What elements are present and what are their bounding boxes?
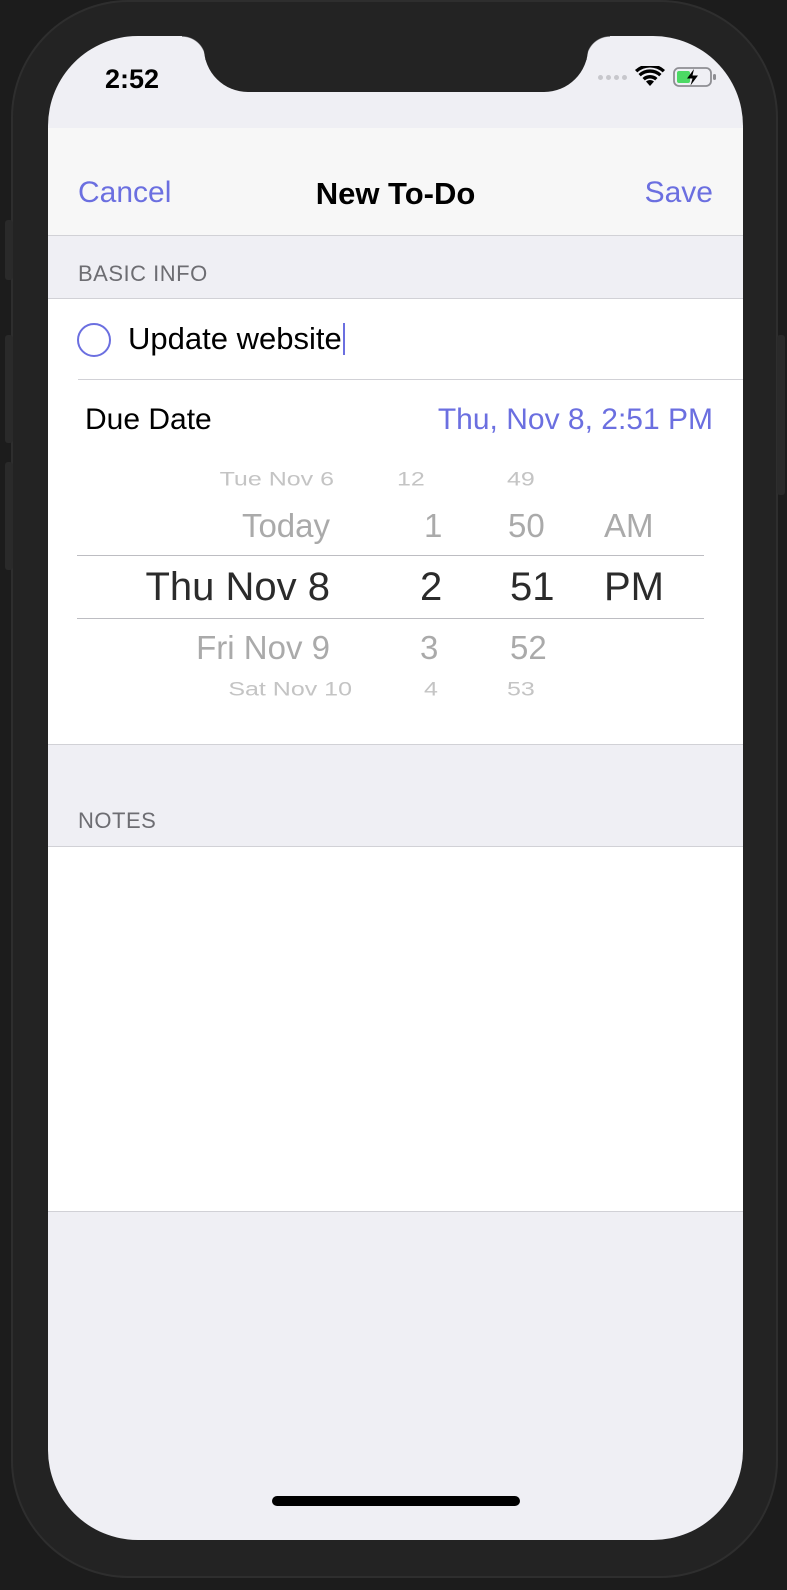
screen: 2:52 Cancel New To-Do Save BASIC INFO Up…	[48, 36, 743, 1540]
todo-title-field[interactable]: Update website	[128, 321, 345, 357]
picker-hour-option[interactable]: 12	[397, 468, 425, 491]
picker-date-option[interactable]: Sat Nov 10	[228, 678, 352, 701]
notch	[182, 36, 610, 92]
date-time-picker[interactable]: Tue Nov 6 Today Thu Nov 8 Fri Nov 9 Sat …	[77, 459, 704, 719]
picker-minute-option[interactable]: 53	[507, 678, 535, 701]
section-header-basic-info: BASIC INFO	[78, 261, 208, 286]
home-indicator[interactable]	[272, 1496, 520, 1506]
picker-hour-option[interactable]: 4	[424, 678, 438, 701]
status-icons	[598, 66, 717, 88]
completion-checkbox[interactable]	[77, 323, 111, 357]
picker-hour-option[interactable]: 3	[420, 629, 438, 667]
picker-minute-selected[interactable]: 51	[510, 565, 555, 610]
signal-icon	[598, 74, 627, 80]
picker-minute-option[interactable]: 50	[508, 507, 545, 545]
picker-ampm-option[interactable]: AM	[604, 507, 654, 545]
todo-row: Update website	[48, 299, 743, 379]
picker-date-selected[interactable]: Thu Nov 8	[145, 565, 330, 610]
picker-date-option[interactable]: Fri Nov 9	[196, 629, 330, 667]
navigation-bar: Cancel New To-Do Save	[48, 128, 743, 236]
picker-minute-option[interactable]: 52	[510, 629, 547, 667]
picker-ampm-selected[interactable]: PM	[604, 565, 664, 610]
picker-minute-option[interactable]: 49	[507, 468, 535, 491]
due-date-value[interactable]: Thu, Nov 8, 2:51 PM	[438, 403, 713, 437]
picker-date-option[interactable]: Tue Nov 6	[220, 468, 334, 491]
page-title: New To-Do	[315, 176, 476, 211]
picker-date-option[interactable]: Today	[242, 507, 330, 545]
volume-up-button	[5, 335, 13, 443]
basic-info-group: Update website Due Date Thu, Nov 8, 2:51…	[48, 298, 743, 745]
volume-down-button	[5, 462, 13, 570]
battery-charging-icon	[673, 67, 716, 87]
text-cursor	[342, 323, 345, 355]
status-time: 2:52	[105, 64, 160, 94]
mute-switch	[5, 220, 13, 280]
row-divider	[78, 379, 743, 380]
todo-title-text: Update website	[128, 321, 342, 356]
save-button[interactable]: Save	[645, 176, 713, 210]
section-header-notes: NOTES	[78, 808, 157, 833]
due-date-label: Due Date	[85, 403, 212, 436]
wifi-icon	[635, 66, 665, 86]
picker-hour-selected[interactable]: 2	[420, 565, 442, 610]
picker-hour-option[interactable]: 1	[424, 507, 442, 545]
power-button	[777, 335, 785, 495]
notes-text-area[interactable]	[48, 846, 743, 1212]
